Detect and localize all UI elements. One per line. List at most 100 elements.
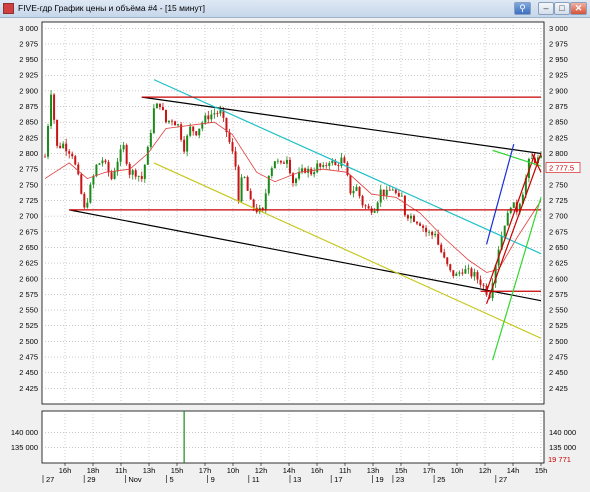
candle-body — [116, 161, 119, 172]
price-tick-right: 2 625 — [549, 259, 568, 268]
maximize-button[interactable]: □ — [554, 2, 570, 15]
candle-body — [452, 270, 455, 276]
price-tick-left: 2 950 — [19, 55, 38, 64]
candle-body — [140, 175, 143, 179]
candle-body — [177, 124, 180, 126]
candle-body — [207, 115, 210, 120]
candle-body — [74, 156, 77, 165]
candle-body — [164, 109, 167, 123]
candle-body — [506, 212, 509, 226]
candle-body — [264, 193, 267, 211]
candle-body — [158, 103, 161, 108]
candle-body — [270, 168, 273, 176]
candle-body — [192, 126, 195, 132]
candle-body — [503, 225, 506, 236]
price-tick-left: 2 675 — [19, 227, 38, 236]
candle-body — [328, 163, 331, 166]
price-tick-left: 2 900 — [19, 86, 38, 95]
candle-body — [352, 190, 355, 194]
candle-body — [394, 189, 397, 194]
date-label: 9 — [211, 475, 215, 484]
candle-body — [285, 159, 288, 164]
chart-area[interactable]: 3 000 3 000 2 975 2 975 2 950 2 950 2 925 2 925… — [0, 18, 590, 492]
candle-body — [512, 202, 515, 208]
candle-body — [276, 160, 279, 162]
candle-body — [56, 119, 59, 146]
date-label: 17 — [334, 475, 342, 484]
price-tick-left: 2 850 — [19, 118, 38, 127]
time-label: 10h — [227, 466, 240, 475]
candle-body — [249, 190, 252, 200]
candle-body — [422, 225, 425, 228]
candle-body — [110, 172, 113, 179]
candle-body — [476, 272, 479, 280]
date-label: 23 — [396, 475, 404, 484]
price-tick-right: 3 000 — [549, 24, 568, 33]
candle-body — [77, 164, 80, 175]
candle-body — [458, 272, 461, 274]
candle-body — [213, 113, 216, 115]
candle-body — [189, 126, 192, 136]
candle-body — [104, 160, 107, 163]
candle-body — [455, 273, 458, 276]
price-tick-right: 2 425 — [549, 384, 568, 393]
candle-body — [479, 279, 482, 285]
candle-body — [152, 108, 155, 134]
price-tick-left: 2 875 — [19, 102, 38, 111]
candle-body — [228, 132, 231, 143]
candle-body — [434, 233, 437, 236]
price-plot-frame — [41, 21, 545, 405]
candle-body — [89, 184, 92, 203]
price-tick-left: 2 600 — [19, 274, 38, 283]
candle-body — [161, 107, 164, 110]
pin-button[interactable]: ⚲ — [514, 2, 531, 15]
price-tick-left: 2 700 — [19, 212, 38, 221]
candle-body — [316, 163, 319, 173]
candle-body — [391, 189, 394, 191]
date-label: 13 — [293, 475, 301, 484]
candle-body — [71, 153, 74, 157]
candle-body — [382, 189, 385, 196]
window-titlebar: FIVE-гдр График цены и объёма #4 - [15 м… — [0, 0, 590, 18]
time-label: 15h — [535, 466, 548, 475]
candle-body — [467, 268, 470, 270]
time-label: 15h — [171, 466, 184, 475]
volume-plot-frame — [41, 410, 545, 464]
candle-body — [273, 161, 276, 169]
price-tick-left: 2 975 — [19, 39, 38, 48]
candle-body — [288, 159, 291, 174]
candle-body — [122, 145, 125, 150]
candle-body — [282, 162, 285, 164]
price-tick-left: 2 450 — [19, 368, 38, 377]
price-tick-left: 2 550 — [19, 306, 38, 315]
price-tick-right: 2 500 — [549, 337, 568, 346]
price-tick-left: 2 475 — [19, 353, 38, 362]
price-tick-left: 2 925 — [19, 71, 38, 80]
price-tick-left: 2 425 — [19, 384, 38, 393]
price-tick-right: 2 825 — [549, 133, 568, 142]
candle-body — [183, 139, 186, 152]
close-button[interactable]: ✕ — [570, 2, 587, 15]
volume-tick-left: 135 000 — [11, 443, 38, 452]
candle-body — [304, 168, 307, 173]
candle-body — [449, 264, 452, 271]
time-label: 18h — [87, 466, 100, 475]
candle-body — [373, 211, 376, 213]
minimize-button[interactable]: – — [538, 2, 554, 15]
price-tick-right: 2 875 — [549, 102, 568, 111]
price-tick-right: 2 975 — [549, 39, 568, 48]
candle-body — [361, 196, 364, 206]
date-label: 27 — [46, 475, 54, 484]
price-tick-left: 3 000 — [19, 24, 38, 33]
date-label: 29 — [87, 475, 95, 484]
time-label: 13h — [143, 466, 156, 475]
volume-tick-left: 140 000 — [11, 428, 38, 437]
date-label: 27 — [499, 475, 507, 484]
candle-body — [62, 143, 65, 149]
candle-body — [385, 189, 388, 196]
candle-body — [92, 176, 95, 185]
volume-tick-right: 140 000 — [549, 428, 576, 437]
candle-body — [370, 208, 373, 213]
candle-body — [431, 231, 434, 236]
price-tick-right: 2 475 — [549, 353, 568, 362]
